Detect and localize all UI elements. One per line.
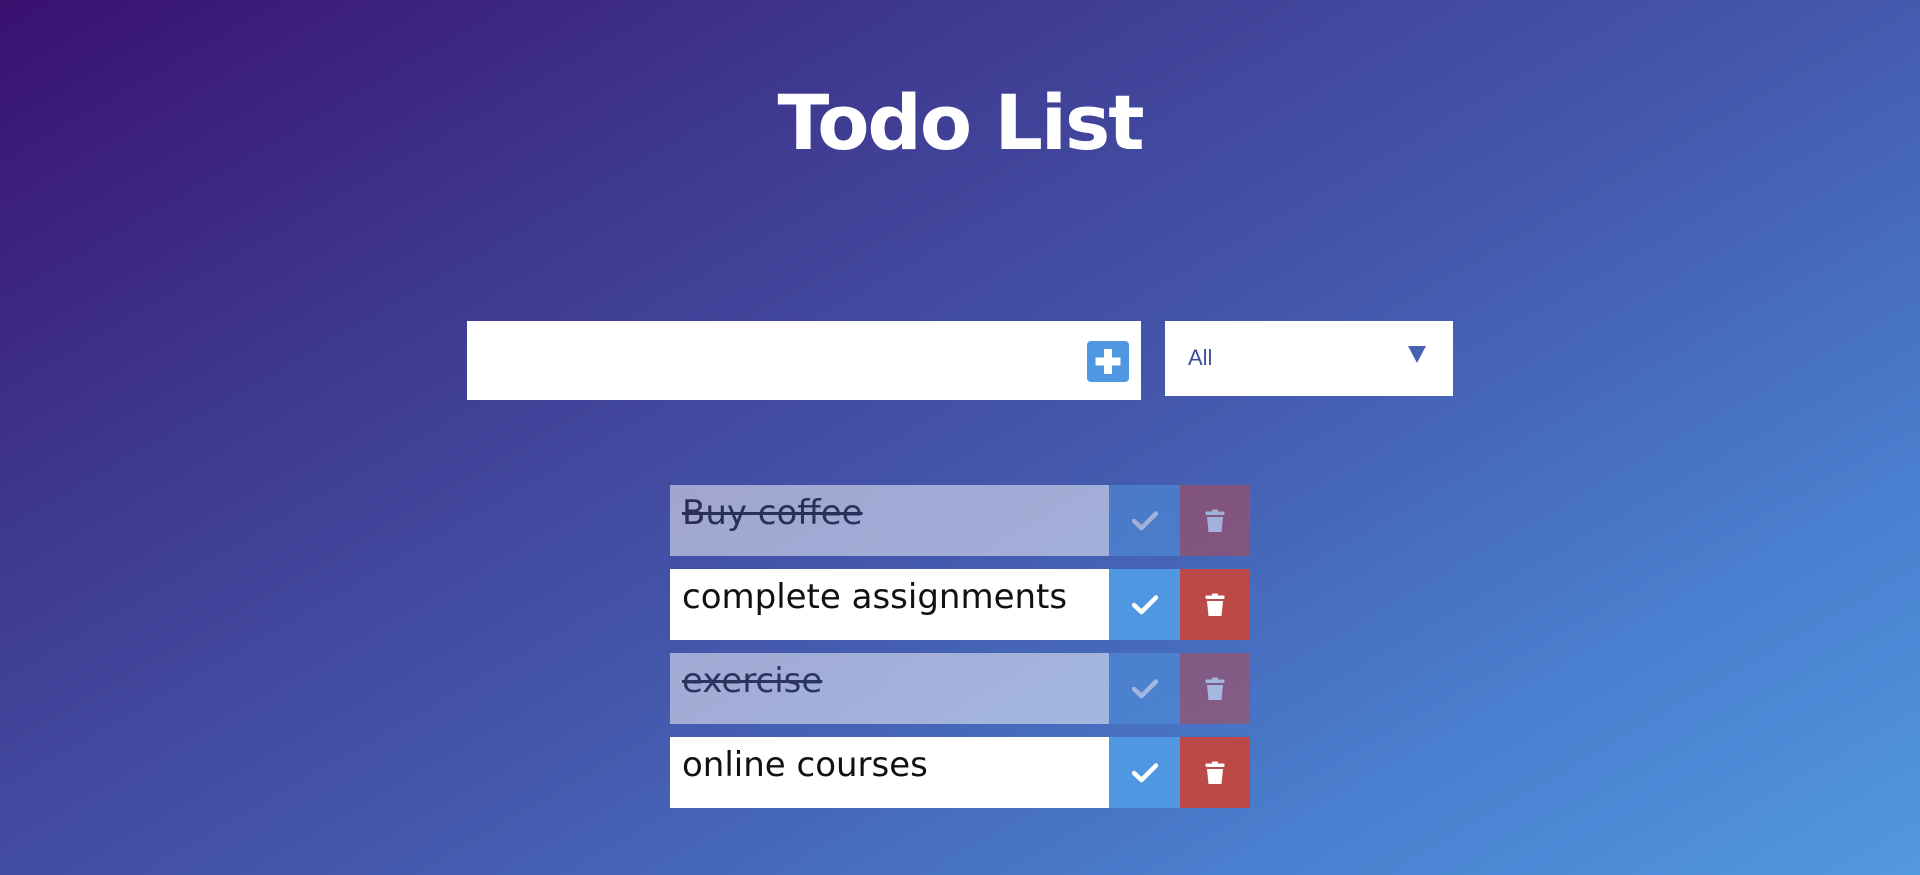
check-icon <box>1131 594 1158 614</box>
todo-text: online courses <box>682 745 928 785</box>
delete-button[interactable] <box>1180 737 1250 808</box>
todo-list: Buy coffee complete assignments exercise… <box>670 485 1250 821</box>
todo-text: complete assignments <box>682 577 1068 617</box>
delete-button[interactable] <box>1180 485 1250 556</box>
trash-icon <box>1205 761 1225 784</box>
todo-text: exercise <box>682 661 823 701</box>
trash-icon <box>1205 593 1225 616</box>
todo-text: Buy coffee <box>682 493 863 533</box>
caret-down-icon <box>1408 346 1426 363</box>
complete-button[interactable] <box>1109 737 1180 808</box>
delete-button[interactable] <box>1180 653 1250 724</box>
add-todo-form <box>467 321 1141 400</box>
todo-item: exercise <box>670 653 1250 724</box>
delete-button[interactable] <box>1180 569 1250 640</box>
filter-select[interactable]: All <box>1165 321 1453 396</box>
trash-icon <box>1205 677 1225 700</box>
complete-button[interactable] <box>1109 485 1180 556</box>
check-icon <box>1131 510 1158 530</box>
todo-input[interactable] <box>467 321 1067 400</box>
check-icon <box>1131 762 1158 782</box>
complete-button[interactable] <box>1109 653 1180 724</box>
page-title: Todo List <box>777 78 1144 167</box>
complete-button[interactable] <box>1109 569 1180 640</box>
todo-item: complete assignments <box>670 569 1250 640</box>
check-icon <box>1131 678 1158 698</box>
add-todo-button[interactable] <box>1087 341 1129 382</box>
filter-selected-value: All <box>1188 345 1213 370</box>
trash-icon <box>1205 509 1225 532</box>
todo-item: online courses <box>670 737 1250 808</box>
todo-item: Buy coffee <box>670 485 1250 556</box>
plus-square-icon <box>1095 349 1121 374</box>
